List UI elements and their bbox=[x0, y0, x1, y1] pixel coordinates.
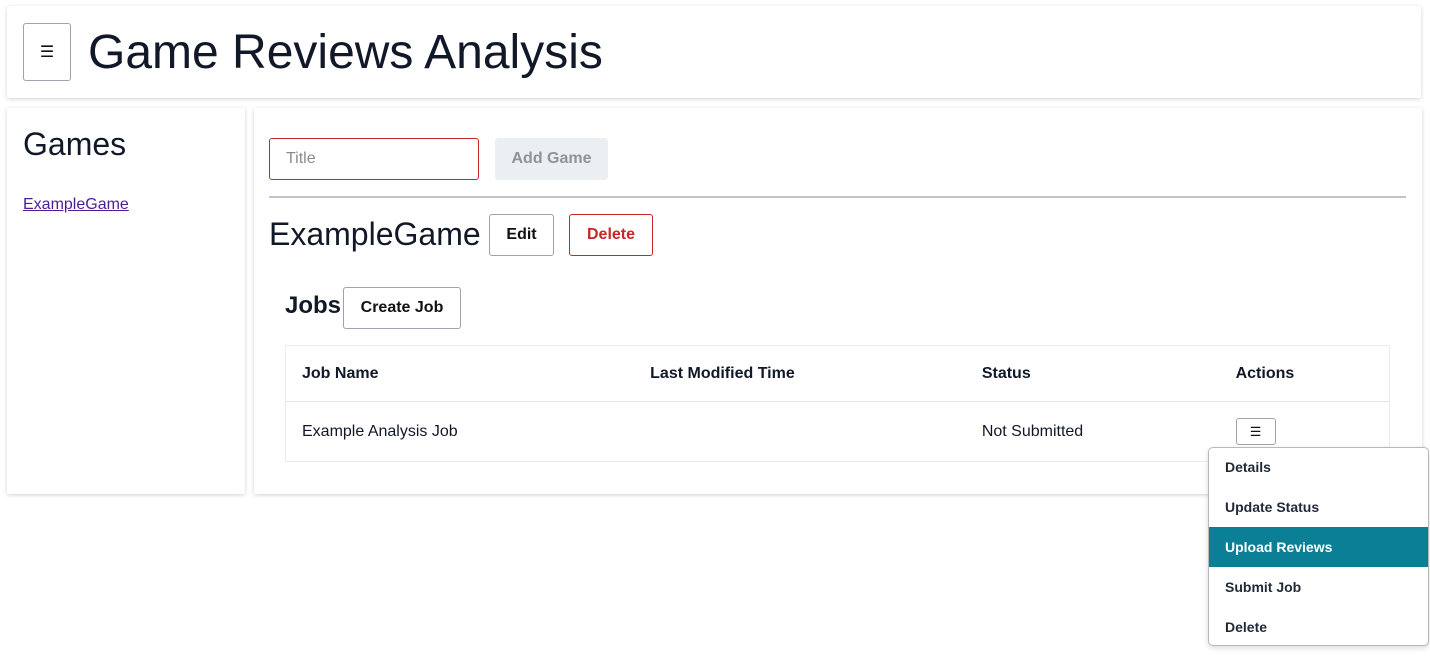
job-actions-menu-button[interactable]: ☰ bbox=[1235, 418, 1276, 445]
create-job-button[interactable]: Create Job bbox=[343, 287, 461, 329]
game-title: ExampleGame bbox=[269, 216, 481, 252]
job-actions-dropdown: Details Update Status Upload Reviews Sub… bbox=[1208, 447, 1429, 646]
job-name-cell: Example Analysis Job bbox=[302, 422, 458, 440]
app-title: Game Reviews Analysis bbox=[88, 26, 603, 79]
jobs-table: Job Name Last Modified Time Status Actio… bbox=[285, 345, 1390, 462]
sidebar-title: Games bbox=[23, 126, 127, 162]
column-header-status: Status bbox=[965, 345, 1220, 402]
delete-game-button[interactable]: Delete bbox=[569, 214, 653, 256]
menu-item-submit-job[interactable]: Submit Job bbox=[1209, 567, 1428, 607]
job-last-modified-cell bbox=[634, 402, 966, 462]
game-detail-panel: Add Game ExampleGame Edit Delete Jobs Cr… bbox=[254, 108, 1422, 494]
table-header-row: Job Name Last Modified Time Status Actio… bbox=[285, 345, 1390, 402]
edit-game-button[interactable]: Edit bbox=[489, 214, 554, 256]
games-sidebar: Games ExampleGame bbox=[7, 108, 245, 494]
column-header-job-name: Job Name bbox=[285, 345, 635, 402]
hamburger-menu-button[interactable]: ☰ bbox=[23, 23, 71, 81]
column-header-last-modified: Last Modified Time bbox=[634, 345, 966, 402]
menu-item-update-status[interactable]: Update Status bbox=[1209, 487, 1428, 527]
title-input[interactable] bbox=[269, 138, 479, 180]
jobs-heading: Jobs bbox=[285, 292, 342, 319]
sidebar-game-link-examplegame[interactable]: ExampleGame bbox=[23, 196, 129, 214]
section-divider bbox=[269, 196, 1406, 198]
add-game-button[interactable]: Add Game bbox=[495, 138, 608, 180]
job-status-cell: Not Submitted bbox=[981, 422, 1084, 440]
menu-item-delete[interactable]: Delete bbox=[1209, 607, 1428, 645]
app-header: ☰ Game Reviews Analysis bbox=[7, 6, 1421, 98]
column-header-actions: Actions bbox=[1219, 345, 1390, 402]
hamburger-icon: ☰ bbox=[39, 44, 55, 61]
menu-item-details[interactable]: Details bbox=[1209, 448, 1428, 487]
menu-item-upload-reviews[interactable]: Upload Reviews bbox=[1209, 527, 1428, 567]
hamburger-icon: ☰ bbox=[1249, 423, 1262, 439]
